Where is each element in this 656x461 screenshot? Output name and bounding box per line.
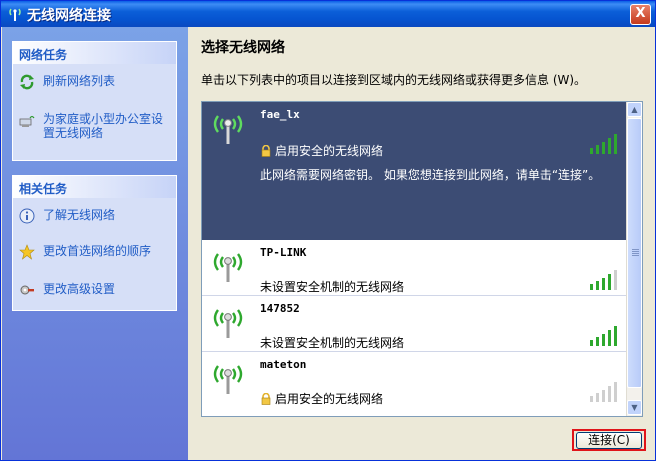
list-description: 单击以下列表中的项目以连接到区域内的无线网络或获得更多信息 (W)。: [201, 73, 587, 87]
signal-strength-icon: [590, 326, 617, 346]
signal-strength-icon: [590, 382, 617, 402]
network-key-hint: 此网络需要网络密钥。 如果您想连接到此网络，请单击“连接”。: [260, 168, 601, 182]
info-icon: [19, 208, 35, 224]
scroll-up-button[interactable]: ▲: [627, 102, 642, 117]
scroll-grip: [632, 253, 639, 254]
wireless-antenna-icon: [213, 115, 243, 144]
signal-strength-icon: [590, 270, 617, 290]
scroll-thumb[interactable]: [627, 118, 642, 388]
network-item-tp-link[interactable]: TP-LINK 未设置安全机制的无线网络: [202, 240, 628, 296]
related-tasks-header[interactable]: 相关任务: [13, 176, 176, 198]
wireless-antenna-icon: [213, 253, 243, 282]
security-label: 启用安全的无线网络: [275, 392, 384, 406]
network-name: TP-LINK: [260, 246, 307, 259]
security-label: 启用安全的无线网络: [275, 144, 384, 158]
network-item-147852[interactable]: 147852 未设置安全机制的无线网络: [202, 296, 628, 352]
scroll-grip: [632, 255, 639, 256]
network-security: 启用安全的无线网络: [260, 390, 383, 407]
settings-icon: [20, 285, 34, 295]
scroll-down-button[interactable]: ▼: [627, 400, 642, 415]
wireless-antenna-icon: [213, 365, 243, 394]
network-list-scrollbar[interactable]: ▲ ▼: [626, 102, 642, 416]
connect-button[interactable]: 连接(C): [576, 432, 642, 449]
task-pane: 网络任务 刷新网络列表 为家庭或小型办公室设置无线网络 相关任务 了解无线网络 …: [2, 27, 188, 460]
wireless-connection-window: 无线网络连接 X 网络任务 刷新网络列表 为家庭或小型办公室设置无线网络 相关任…: [0, 0, 656, 461]
network-item-fae_lx[interactable]: fae_lx 启用安全的无线网络 此网络需要网络密钥。 如果您想连接到此网络，请…: [202, 102, 628, 240]
refresh-icon: [20, 74, 34, 90]
task-setup-network[interactable]: 为家庭或小型办公室设置无线网络: [19, 112, 174, 144]
network-security: 未设置安全机制的无线网络: [260, 336, 405, 350]
network-tasks-header[interactable]: 网络任务: [13, 42, 176, 64]
close-button[interactable]: X: [630, 4, 651, 25]
task-advanced-settings[interactable]: 更改高级设置: [19, 282, 174, 300]
network-security: 启用安全的无线网络: [260, 142, 383, 159]
window-title: 无线网络连接: [27, 8, 111, 24]
lock-icon: [261, 393, 271, 405]
signal-strength-icon: [590, 134, 617, 154]
network-tasks-box: 网络任务 刷新网络列表 为家庭或小型办公室设置无线网络: [12, 41, 177, 161]
task-label: 更改高级设置: [43, 282, 116, 296]
task-change-order[interactable]: 更改首选网络的顺序: [19, 244, 174, 262]
task-refresh-list[interactable]: 刷新网络列表: [19, 74, 174, 92]
related-tasks-box: 相关任务 了解无线网络 更改首选网络的顺序 更改高级设置: [12, 175, 177, 311]
scroll-grip: [632, 251, 639, 252]
network-list[interactable]: fae_lx 启用安全的无线网络 此网络需要网络密钥。 如果您想连接到此网络，请…: [201, 101, 643, 417]
network-item-mateton[interactable]: mateton 启用安全的无线网络: [202, 352, 628, 416]
wireless-antenna-icon: [213, 309, 243, 338]
connect-button-highlight: 连接(C): [572, 429, 646, 451]
star-icon: [19, 244, 35, 260]
network-security: 未设置安全机制的无线网络: [260, 280, 405, 294]
wireless-icon: [9, 8, 21, 21]
task-label: 更改首选网络的顺序: [43, 244, 152, 258]
task-learn-wireless[interactable]: 了解无线网络: [19, 208, 174, 226]
setup-network-icon: [19, 115, 35, 127]
title-bar[interactable]: 无线网络连接 X: [1, 1, 655, 27]
page-title: 选择无线网络: [201, 40, 285, 56]
network-name: 147852: [260, 302, 300, 315]
task-label: 为家庭或小型办公室设置无线网络: [43, 112, 164, 140]
network-name: mateton: [260, 358, 307, 371]
lock-icon: [261, 145, 271, 157]
task-label: 了解无线网络: [43, 208, 116, 222]
scroll-grip: [632, 249, 639, 250]
task-label: 刷新网络列表: [43, 74, 116, 88]
network-name: fae_lx: [260, 108, 300, 121]
